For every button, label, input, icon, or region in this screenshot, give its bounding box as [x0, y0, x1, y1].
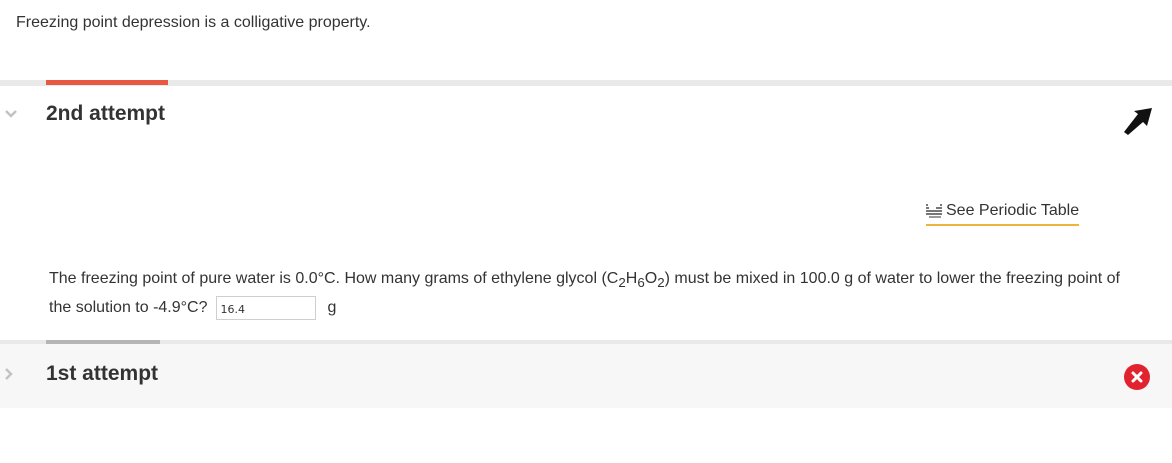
- periodic-table-icon: [926, 204, 942, 218]
- question-part: The freezing point of pure water is 0.0°…: [49, 270, 619, 287]
- intro-text: Freezing point depression is a colligati…: [16, 14, 371, 31]
- x-circle-icon: [1124, 364, 1150, 390]
- chevron-right-icon[interactable]: [4, 366, 14, 385]
- attempt-accent-bar: [46, 340, 160, 344]
- chevron-down-icon[interactable]: [4, 104, 18, 123]
- periodic-table-label[interactable]: See Periodic Table: [946, 202, 1079, 220]
- subscript: 6: [637, 275, 645, 291]
- question-part: H: [625, 270, 638, 287]
- attempt-title-current[interactable]: 2nd attempt: [46, 102, 165, 126]
- attempt-panel-previous: 1st attempt: [0, 340, 1172, 408]
- attempt-title-previous[interactable]: 1st attempt: [46, 362, 158, 386]
- answer-unit: g: [327, 299, 337, 317]
- answer-input[interactable]: 16.4: [215, 295, 316, 320]
- question-text: The freezing point of pure water is 0.0°…: [49, 266, 1129, 320]
- attempt-accent-bar: [46, 80, 168, 85]
- subscript: 2: [657, 275, 665, 291]
- arrow-up-left-icon[interactable]: [1120, 106, 1156, 136]
- question-part: O: [644, 270, 658, 287]
- attempt-panel-current: 2nd attempt See Periodic Table The freez…: [0, 80, 1172, 340]
- subscript: 2: [618, 275, 626, 291]
- periodic-table-link[interactable]: See Periodic Table: [926, 202, 1080, 226]
